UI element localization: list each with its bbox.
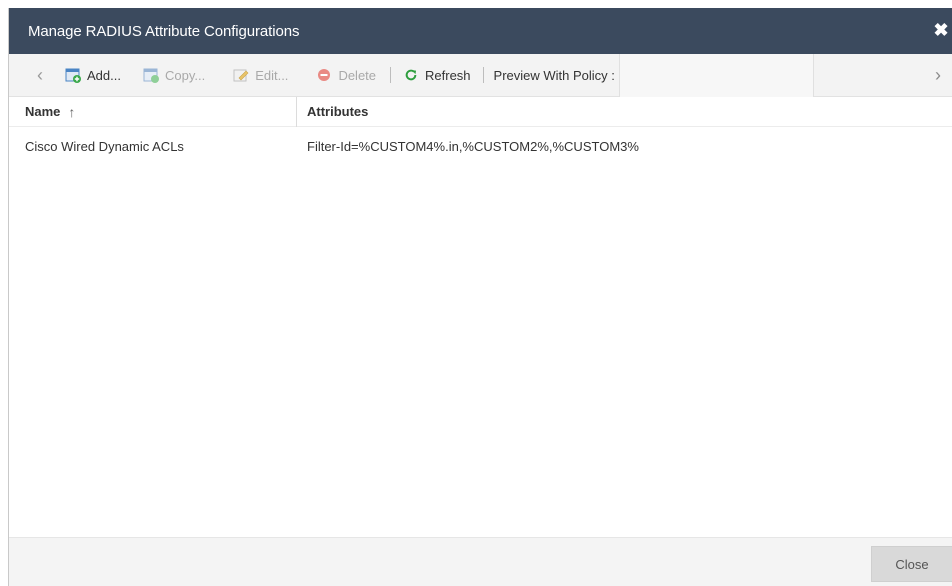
close-button[interactable]: Close	[871, 546, 952, 582]
add-icon	[65, 67, 81, 83]
refresh-button[interactable]: Refresh	[399, 62, 475, 88]
preview-with-policy-label: Preview With Policy :	[493, 67, 615, 83]
dialog-footer: Close	[9, 537, 952, 586]
toolbar-separator	[482, 67, 484, 83]
refresh-button-label: Refresh	[425, 67, 471, 83]
add-button[interactable]: Add...	[61, 62, 125, 88]
edit-icon	[233, 67, 249, 83]
manage-radius-dialog: Manage RADIUS Attribute Configurations ✖…	[8, 8, 952, 586]
grid-body: Cisco Wired Dynamic ACLs Filter-Id=%CUST…	[9, 128, 952, 537]
copy-button[interactable]: Copy...	[139, 62, 209, 88]
copy-button-label: Copy...	[164, 67, 206, 83]
dialog-title: Manage RADIUS Attribute Configurations	[28, 22, 300, 40]
delete-icon	[316, 67, 332, 83]
add-button-label: Add...	[87, 67, 121, 83]
chevron-right-icon[interactable]: ›	[927, 64, 949, 86]
delete-button[interactable]: Delete	[312, 62, 380, 88]
preview-policy-select[interactable]	[618, 53, 814, 97]
toolbar: ‹ Add... Copy... Edit... Delete Refresh …	[9, 53, 952, 97]
close-icon[interactable]: ✖	[931, 19, 951, 41]
cell-attributes: Filter-Id=%CUSTOM4%.in,%CUSTOM2%,%CUSTOM…	[307, 138, 639, 154]
toolbar-separator	[390, 67, 392, 83]
column-header-name-label: Name	[25, 104, 61, 119]
dialog-titlebar: Manage RADIUS Attribute Configurations ✖	[9, 8, 952, 54]
delete-button-label: Delete	[338, 67, 377, 83]
table-row[interactable]: Cisco Wired Dynamic ACLs Filter-Id=%CUST…	[9, 128, 952, 164]
sort-ascending-icon: ↑	[68, 103, 76, 120]
column-header-name[interactable]: Name ↑	[9, 96, 297, 127]
edit-button[interactable]: Edit...	[229, 62, 292, 88]
cell-name: Cisco Wired Dynamic ACLs	[25, 138, 184, 154]
edit-button-label: Edit...	[255, 67, 289, 83]
chevron-left-icon[interactable]: ‹	[29, 64, 51, 86]
column-header-attributes[interactable]: Attributes	[297, 104, 368, 119]
copy-icon	[143, 67, 159, 83]
grid-header: Name ↑ Attributes	[9, 96, 952, 127]
refresh-icon	[403, 67, 419, 83]
